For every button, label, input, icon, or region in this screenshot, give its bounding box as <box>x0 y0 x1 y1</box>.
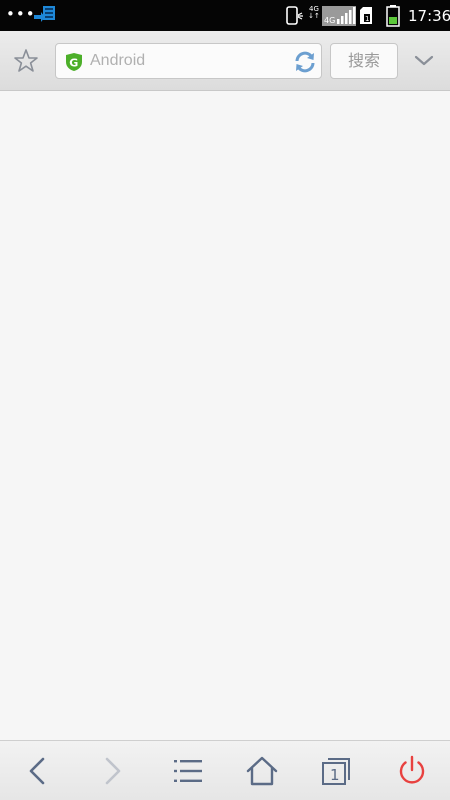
svg-text:1: 1 <box>365 15 369 23</box>
sim-icon: 1 <box>360 7 372 24</box>
bottom-nav-bar: 1 <box>0 740 450 800</box>
back-icon <box>29 757 45 785</box>
star-icon <box>14 49 38 72</box>
network-type-label: 4G ↓↑ <box>308 5 320 20</box>
app-notification-icon <box>34 6 55 22</box>
url-input[interactable] <box>90 44 285 78</box>
home-icon <box>246 756 278 786</box>
browser-screen: ••• 4G ↓↑ 4G 1 17:36 G Android 搜索 1 <box>0 0 450 800</box>
battery-icon <box>386 5 400 27</box>
browser-toolbar: G 搜索 <box>0 31 450 91</box>
refresh-icon[interactable] <box>293 50 317 74</box>
forward-icon <box>105 757 121 785</box>
exit-button[interactable] <box>394 754 430 788</box>
clock: 17:36 <box>408 7 450 25</box>
expand-menu-button[interactable] <box>410 49 438 73</box>
phone-icon <box>286 6 303 25</box>
forward-button[interactable] <box>95 754 131 788</box>
tab-count: 1 <box>330 766 340 784</box>
bookmark-star-button[interactable] <box>13 48 39 74</box>
menu-icon <box>174 760 202 782</box>
svg-text:G: G <box>69 57 78 70</box>
back-button[interactable] <box>20 754 56 788</box>
search-button[interactable]: 搜索 <box>330 43 398 79</box>
home-button[interactable] <box>244 754 280 788</box>
signal-label: 4G <box>324 16 335 25</box>
address-bar[interactable]: G <box>55 43 322 79</box>
shield-icon: G <box>66 53 82 71</box>
signal-icon: 4G <box>322 6 356 26</box>
status-bar: ••• 4G ↓↑ 4G 1 17:36 <box>0 0 450 31</box>
tabs-button[interactable]: 1 <box>318 754 354 788</box>
page-content[interactable] <box>0 92 450 740</box>
notification-dots: ••• <box>6 5 36 23</box>
chevron-down-icon <box>414 55 434 66</box>
menu-button[interactable] <box>170 754 206 788</box>
tabs-icon: 1 <box>322 758 350 785</box>
power-icon <box>399 755 425 784</box>
